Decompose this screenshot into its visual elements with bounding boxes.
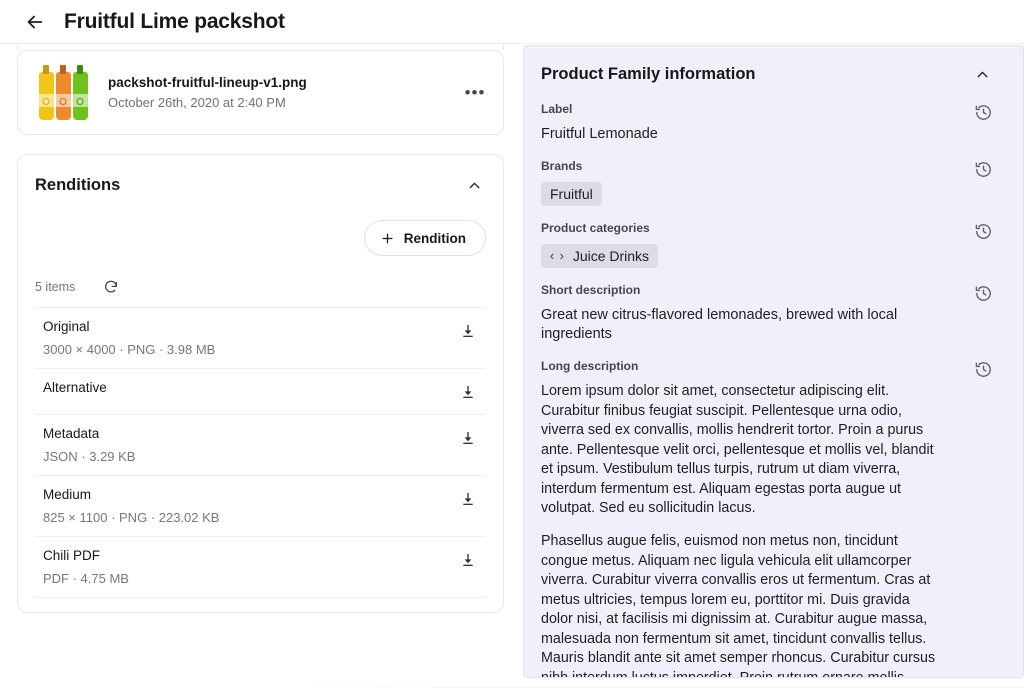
rendition-row-original[interactable]: Original 3000 × 4000 · PNG · 3.98 MB <box>35 307 486 368</box>
long-description-paragraph-2: Phasellus augue felis, euismod non metus… <box>541 532 945 678</box>
history-restore-icon[interactable] <box>971 357 995 381</box>
renditions-toolbar: 5 items <box>35 277 486 297</box>
rendition-details: JSON · 3.29 KB <box>43 449 447 464</box>
download-icon[interactable] <box>457 488 479 510</box>
bottle-green-icon <box>73 72 88 120</box>
category-path-icon: ‹ › <box>550 249 565 263</box>
renditions-list-end-divider <box>35 597 486 598</box>
rendition-name: Original <box>43 319 447 334</box>
asset-more-options-icon[interactable]: ••• <box>461 79 489 107</box>
field-short-description-title: Short description <box>541 283 945 297</box>
download-icon[interactable] <box>457 320 479 342</box>
renditions-title: Renditions <box>35 176 120 195</box>
rendition-row-medium[interactable]: Medium 825 × 1100 · PNG · 223.02 KB <box>35 475 486 536</box>
field-label: Label Fruitful Lemonade <box>541 102 997 144</box>
category-chip[interactable]: ‹ › Juice Drinks <box>541 244 658 268</box>
bottle-lineup-thumbnail <box>32 62 94 124</box>
rendition-name: Chili PDF <box>43 548 447 563</box>
field-product-categories: Product categories ‹ › Juice Drinks <box>541 221 997 268</box>
previous-asset-card-clipped <box>17 44 504 50</box>
bottom-divider <box>280 687 1024 688</box>
renditions-actions: Rendition <box>35 215 486 256</box>
download-icon[interactable] <box>457 427 479 449</box>
rendition-name: Alternative <box>43 380 447 395</box>
field-long-description: Long description Lorem ipsum dolor sit a… <box>541 359 997 678</box>
renditions-collapse-chevron-up-icon[interactable] <box>462 173 486 197</box>
rendition-details: PDF · 4.75 MB <box>43 571 447 586</box>
download-icon[interactable] <box>457 549 479 571</box>
asset-card[interactable]: packshot-fruitful-lineup-v1.png October … <box>17 50 504 135</box>
field-label-value: Fruitful Lemonade <box>541 125 945 144</box>
rendition-name: Metadata <box>43 426 447 441</box>
page-header: Fruitful Lime packshot <box>0 0 1024 44</box>
field-label-title: Label <box>541 102 945 116</box>
product-family-header: Product Family information <box>541 46 997 102</box>
refresh-icon[interactable] <box>101 277 121 297</box>
rendition-row-metadata[interactable]: Metadata JSON · 3.29 KB <box>35 414 486 475</box>
asset-meta: packshot-fruitful-lineup-v1.png October … <box>108 75 447 110</box>
download-icon[interactable] <box>457 381 479 403</box>
field-short-description-value: Great new citrus-flavored lemonades, bre… <box>541 306 945 344</box>
history-restore-icon[interactable] <box>971 219 995 243</box>
history-restore-icon[interactable] <box>971 281 995 305</box>
rendition-row-alternative[interactable]: Alternative <box>35 368 486 414</box>
field-long-description-title: Long description <box>541 359 945 373</box>
rendition-details: 3000 × 4000 · PNG · 3.98 MB <box>43 342 447 357</box>
renditions-item-count: 5 items <box>35 280 75 294</box>
rendition-row-chili-pdf[interactable]: Chili PDF PDF · 4.75 MB <box>35 536 486 597</box>
plus-icon <box>380 231 395 246</box>
rendition-details: 825 × 1100 · PNG · 223.02 KB <box>43 510 447 525</box>
brand-chip[interactable]: Fruitful <box>541 182 602 206</box>
asset-date: October 26th, 2020 at 2:40 PM <box>108 95 447 110</box>
renditions-card: Renditions Rendition 5 items <box>17 154 504 613</box>
history-restore-icon[interactable] <box>971 100 995 124</box>
add-rendition-button[interactable]: Rendition <box>364 220 486 256</box>
back-arrow-icon[interactable] <box>22 9 48 35</box>
category-chip-label: Juice Drinks <box>573 248 649 264</box>
field-short-description: Short description Great new citrus-flavo… <box>541 283 997 344</box>
app-root: Fruitful Lime packshot packshot-fruitful… <box>0 0 1024 696</box>
rendition-name: Medium <box>43 487 447 502</box>
field-brands-title: Brands <box>541 159 945 173</box>
history-restore-icon[interactable] <box>971 157 995 181</box>
product-family-collapse-chevron-up-icon[interactable] <box>970 62 994 86</box>
renditions-list: Original 3000 × 4000 · PNG · 3.98 MB Alt… <box>35 307 486 598</box>
long-description-paragraph-1: Lorem ipsum dolor sit amet, consectetur … <box>541 382 945 518</box>
add-rendition-label: Rendition <box>404 231 466 246</box>
brand-chip-label: Fruitful <box>550 186 593 202</box>
product-family-title: Product Family information <box>541 65 756 84</box>
renditions-header: Renditions <box>35 155 486 215</box>
bottle-orange-icon <box>56 72 71 120</box>
bottle-yellow-icon <box>39 72 54 120</box>
product-family-panel: Product Family information Label Fruitfu… <box>523 45 1024 678</box>
left-column: packshot-fruitful-lineup-v1.png October … <box>0 44 521 696</box>
page-title: Fruitful Lime packshot <box>64 10 285 34</box>
right-column: Product Family information Label Fruitfu… <box>522 44 1024 696</box>
asset-filename: packshot-fruitful-lineup-v1.png <box>108 75 447 90</box>
field-brands: Brands Fruitful <box>541 159 997 206</box>
field-categories-title: Product categories <box>541 221 945 235</box>
